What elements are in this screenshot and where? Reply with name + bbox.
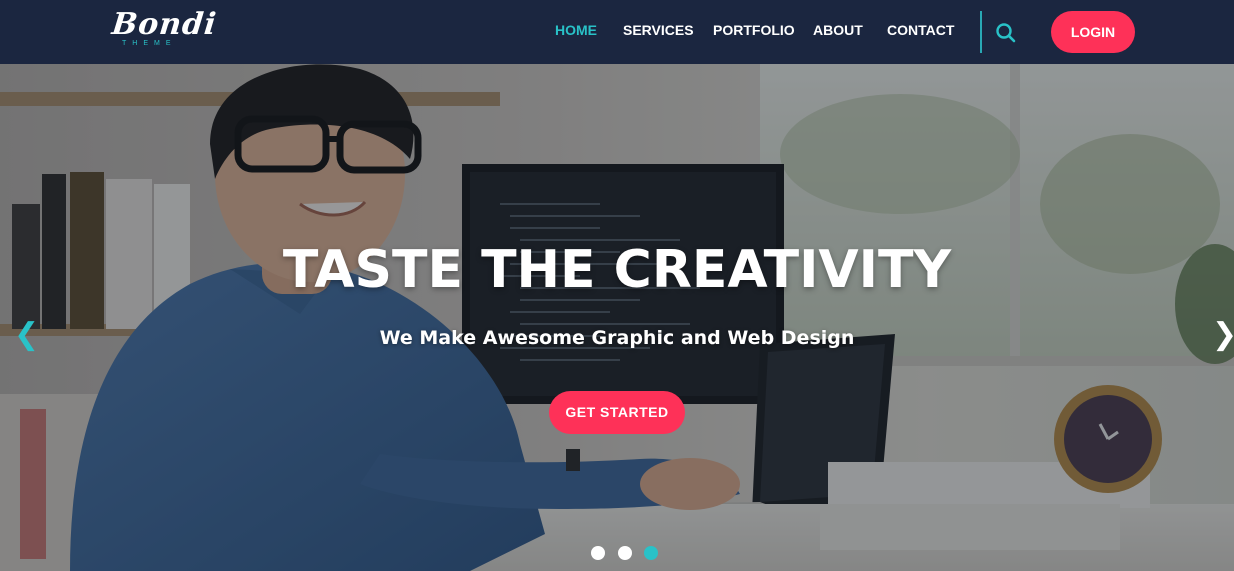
login-button[interactable]: LOGIN <box>1051 11 1135 53</box>
hero-slider: TASTE THE CREATIVITY We Make Awesome Gra… <box>0 64 1234 571</box>
slider-next-arrow-icon[interactable]: ❯ <box>1212 318 1234 352</box>
logo[interactable]: Bondi THEME <box>110 7 219 55</box>
search-icon <box>996 23 1016 43</box>
slider-dot-1[interactable] <box>591 546 605 560</box>
slider-prev-arrow-icon[interactable]: ❮ <box>14 318 39 352</box>
navbar: Bondi THEME HOME SERVICES PORTFOLIO ABOU… <box>0 0 1234 64</box>
nav-about-link[interactable]: ABOUT <box>813 22 863 38</box>
logo-text: Bondi <box>110 7 219 42</box>
slider-dot-3[interactable] <box>644 546 658 560</box>
slider-pagination <box>590 546 660 562</box>
nav-contact-link[interactable]: CONTACT <box>887 22 954 38</box>
nav-home-link[interactable]: HOME <box>555 22 597 38</box>
get-started-button[interactable]: GET STARTED <box>549 391 685 434</box>
nav-services-link[interactable]: SERVICES <box>623 22 694 38</box>
hero-dark-overlay <box>0 64 1234 571</box>
hero-title: TASTE THE CREATIVITY <box>282 240 952 300</box>
slider-dot-2[interactable] <box>618 546 632 560</box>
search-button[interactable] <box>994 21 1018 45</box>
nav-portfolio-link[interactable]: PORTFOLIO <box>713 22 795 38</box>
hero-subtitle: We Make Awesome Graphic and Web Design <box>379 327 855 349</box>
nav-divider <box>980 11 982 53</box>
